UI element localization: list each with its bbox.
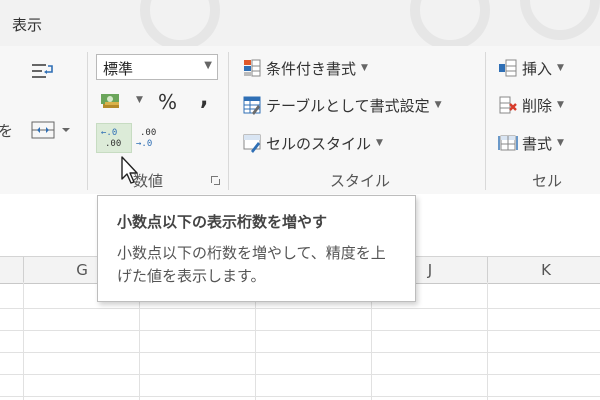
ribbon-tab-strip: 表示 <box>0 0 600 46</box>
group-separator <box>87 52 88 190</box>
decoration-circle <box>520 0 600 40</box>
decrease-decimal-bottom: →.0 <box>136 139 153 149</box>
chevron-down-icon: ▼ <box>434 100 442 110</box>
chevron-down-icon: ▼ <box>557 63 564 73</box>
group-separator <box>485 52 486 190</box>
cells-group-label: セル <box>532 172 563 190</box>
conditional-formatting-label: 条件付き書式 <box>266 59 357 78</box>
tooltip-body: 小数点以下の桁数を増やして、精度を上げた値を表示します。 <box>117 244 386 285</box>
conditional-formatting-icon <box>242 58 262 78</box>
ribbon: を 標準 ▼ ▼ % , ←.0 .00 .00 →.0 数値 条件付き書式 ▼… <box>0 46 600 195</box>
format-button[interactable]: 書式 ▼ <box>498 130 564 156</box>
wrap-text-icon[interactable] <box>30 62 56 82</box>
grid-line <box>487 282 488 400</box>
grid-line <box>0 308 600 309</box>
group-separator <box>228 52 229 190</box>
format-as-table-icon <box>242 95 262 115</box>
decrease-decimal-top: .00 <box>140 128 157 138</box>
mouse-pointer-icon <box>120 155 142 185</box>
grid-line <box>0 396 600 397</box>
insert-icon <box>498 58 518 78</box>
styles-group-label: スタイル <box>330 172 391 190</box>
increase-decimal-button[interactable]: ←.0 .00 <box>96 123 132 153</box>
increase-decimal-top: ←.0 <box>101 128 118 138</box>
delete-label: 削除 <box>522 96 553 115</box>
chevron-down-icon: ▼ <box>204 60 212 71</box>
chevron-down-icon: ▼ <box>361 63 368 73</box>
comma-button[interactable]: , <box>200 86 208 111</box>
insert-button[interactable]: 挿入 ▼ <box>498 55 564 81</box>
decrease-decimal-button[interactable]: .00 →.0 <box>136 124 168 154</box>
number-format-value: 標準 <box>103 60 134 78</box>
tooltip-title: 小数点以下の表示桁数を増やす <box>117 213 328 231</box>
insert-label: 挿入 <box>522 59 553 78</box>
format-icon <box>498 133 518 153</box>
number-format-select[interactable]: 標準 ▼ <box>96 54 218 80</box>
cell-styles-label: セルのスタイル <box>266 134 372 153</box>
format-label: 書式 <box>522 134 553 153</box>
tooltip: 小数点以下の表示桁数を増やす 小数点以下の桁数を増やして、精度を上げた値を表示し… <box>97 195 416 302</box>
column-header-k[interactable]: K <box>487 257 600 283</box>
chevron-down-icon: ▼ <box>376 138 383 148</box>
cell-styles-icon <box>242 133 262 153</box>
grid-line <box>0 330 600 331</box>
percent-button[interactable]: % <box>158 90 177 114</box>
partial-label: を <box>0 122 14 140</box>
chevron-down-icon: ▼ <box>557 138 564 148</box>
format-as-table-label: テーブルとして書式設定 <box>266 96 430 115</box>
currency-icon[interactable] <box>100 91 122 111</box>
grid-line <box>0 352 600 353</box>
delete-button[interactable]: 削除 ▼ <box>498 92 564 118</box>
tab-view[interactable]: 表示 <box>12 14 42 35</box>
number-group-launcher-icon[interactable] <box>211 176 220 185</box>
decoration-circle <box>410 0 490 46</box>
conditional-formatting-button[interactable]: 条件付き書式 ▼ <box>242 55 368 81</box>
increase-decimal-bottom: .00 <box>105 139 122 149</box>
currency-dropdown-icon[interactable]: ▼ <box>136 95 143 105</box>
delete-icon <box>498 95 518 115</box>
chevron-down-icon: ▼ <box>557 100 564 110</box>
grid-line <box>23 282 24 400</box>
merge-cells-button[interactable] <box>30 120 74 140</box>
decoration-circle <box>140 0 220 46</box>
format-as-table-button[interactable]: テーブルとして書式設定 ▼ <box>242 92 442 118</box>
grid-line <box>0 374 600 375</box>
cell-styles-button[interactable]: セルのスタイル ▼ <box>242 130 383 156</box>
